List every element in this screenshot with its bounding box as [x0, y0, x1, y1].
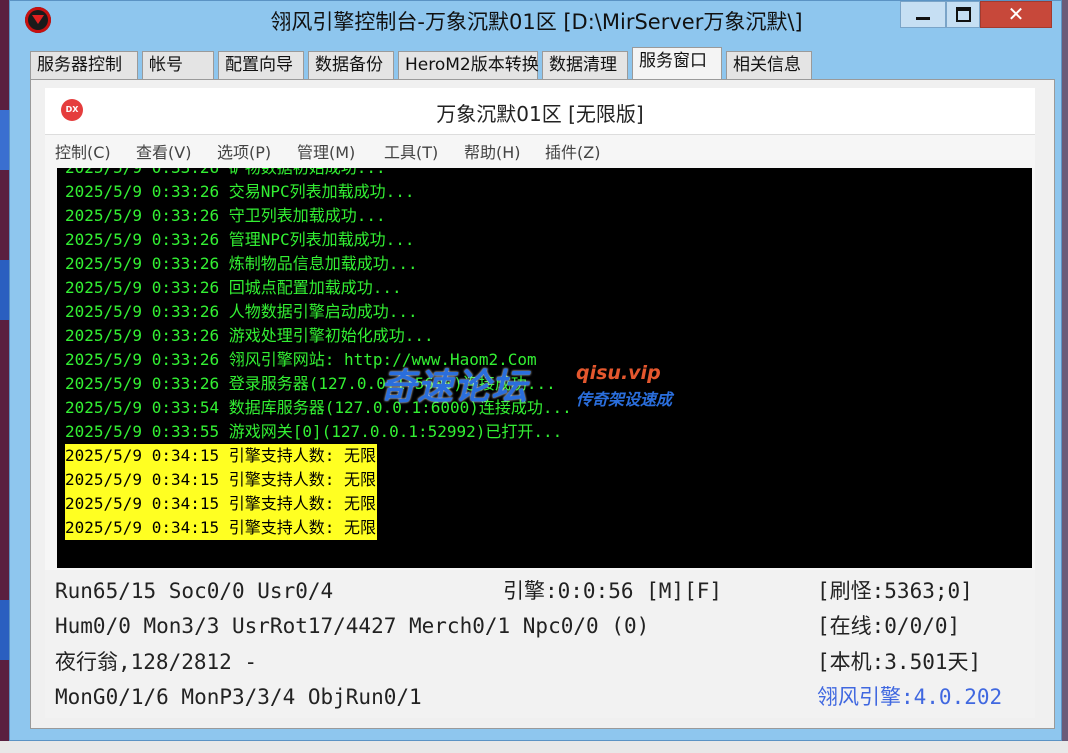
- log-line: 2025/5/9 0:33:26 登录服务器(127.0.0.1:5600)连接…: [65, 374, 556, 393]
- status-uptime: [本机:3.501天]: [817, 650, 982, 674]
- server-subwindow: DX 万象沉默01区 [无限版] 控制(C) 查看(V) 选项(P) 管理(M)…: [45, 88, 1035, 718]
- menu-manage[interactable]: 管理(M): [297, 139, 355, 163]
- subwindow-title: 万象沉默01区 [无限版]: [436, 102, 644, 126]
- subwindow-titlebar[interactable]: DX 万象沉默01区 [无限版]: [45, 88, 1035, 135]
- tab-data-cleanup[interactable]: 数据清理: [542, 51, 628, 79]
- log-line-highlighted: 2025/5/9 0:34:15 引擎支持人数: 无限: [65, 444, 378, 468]
- log-line: 2025/5/9 0:33:54 数据库服务器(127.0.0.1:6000)连…: [65, 398, 572, 417]
- log-line: 2025/5/9 0:33:26 管理NPC列表加载成功...: [65, 230, 415, 249]
- log-line-highlighted: 2025/5/9 0:34:15 引擎支持人数: 无限: [65, 468, 378, 492]
- menu-bar: 控制(C) 查看(V) 选项(P) 管理(M) 工具(T) 帮助(H) 插件(Z…: [45, 134, 1035, 166]
- log-line: 2025/5/9 0:33:55 游戏网关[0](127.0.0.1:52992…: [65, 422, 563, 441]
- menu-help[interactable]: 帮助(H): [464, 139, 521, 163]
- menu-plugins[interactable]: 插件(Z): [545, 139, 600, 163]
- menu-tools[interactable]: 工具(T): [384, 139, 438, 163]
- log-console[interactable]: 2025/5/9 0:33:26 矿物数据初始成功... 2025/5/9 0:…: [57, 168, 1032, 568]
- tab-herom2-convert[interactable]: HeroM2版本转换: [398, 51, 539, 79]
- tab-service-window[interactable]: 服务窗口: [632, 47, 722, 79]
- log-line-highlighted: 2025/5/9 0:34:15 引擎支持人数: 无限: [65, 516, 378, 540]
- menu-view[interactable]: 查看(V): [136, 139, 191, 163]
- log-line: 2025/5/9 0:33:26 炼制物品信息加载成功...: [65, 254, 418, 273]
- desktop-background-right: [1062, 0, 1068, 753]
- tab-server-control[interactable]: 服务器控制: [30, 51, 138, 79]
- log-line: 2025/5/9 0:33:26 人物数据引擎启动成功...: [65, 302, 418, 321]
- log-line: 2025/5/9 0:33:26 游戏处理引擎初始化成功...: [65, 326, 434, 345]
- tab-account[interactable]: 帐号: [142, 51, 214, 79]
- menu-control[interactable]: 控制(C): [55, 139, 111, 163]
- status-refresh-monsters: [刷怪:5363;0]: [817, 579, 973, 603]
- status-engine-version: 翎风引擎:4.0.202: [817, 685, 1003, 709]
- console-window: 翎风引擎控制台-万象沉默01区 [D:\MirServer万象沉默\] ✕ 服务…: [9, 0, 1062, 741]
- tab-related-info[interactable]: 相关信息: [726, 51, 812, 79]
- status-run-counts: Run65/15 Soc0/0 Usr0/4: [55, 579, 334, 603]
- desktop-background-left: [0, 0, 9, 753]
- log-line: 2025/5/9 0:33:26 翎风引擎网站: http://www.Haom…: [65, 350, 537, 369]
- status-online-count: [在线:0/0/0]: [817, 614, 961, 638]
- log-line: 2025/5/9 0:33:26 交易NPC列表加载成功...: [65, 182, 415, 201]
- status-panel: Run65/15 Soc0/0 Usr0/4 引擎:0:0:56 [M][F] …: [45, 570, 1035, 718]
- menu-options[interactable]: 选项(P): [217, 139, 271, 163]
- close-button[interactable]: ✕: [980, 1, 1052, 28]
- log-line: 2025/5/9 0:33:26 守卫列表加载成功...: [65, 206, 386, 225]
- log-line: 2025/5/9 0:33:26 矿物数据初始成功...: [65, 168, 386, 180]
- status-object-counts: Hum0/0 Mon3/3 UsrRot17/4427 Merch0/1 Npc…: [55, 614, 650, 638]
- tab-config-wizard[interactable]: 配置向导: [218, 51, 304, 79]
- maximize-button[interactable]: [946, 1, 980, 28]
- log-line: 2025/5/9 0:33:26 回城点配置加载成功...: [65, 278, 402, 297]
- status-current-monster: 夜行翁,128/2812 -: [55, 650, 258, 674]
- status-engine-time: 引擎:0:0:56 [M][F]: [503, 579, 723, 603]
- tab-content: DX 万象沉默01区 [无限版] 控制(C) 查看(V) 选项(P) 管理(M)…: [30, 79, 1055, 729]
- tab-bar: 服务器控制 帐号 配置向导 数据备份 HeroM2版本转换 数据清理 服务窗口 …: [30, 47, 1060, 79]
- log-line-highlighted: 2025/5/9 0:34:15 引擎支持人数: 无限: [65, 492, 378, 516]
- desktop-background-bottom: [0, 741, 1068, 753]
- minimize-button[interactable]: [900, 1, 946, 28]
- window-titlebar[interactable]: 翎风引擎控制台-万象沉默01区 [D:\MirServer万象沉默\] ✕: [10, 1, 1061, 41]
- status-monster-groups: MonG0/1/6 MonP3/3/4 ObjRun0/1: [55, 685, 422, 709]
- tab-data-backup[interactable]: 数据备份: [308, 51, 394, 79]
